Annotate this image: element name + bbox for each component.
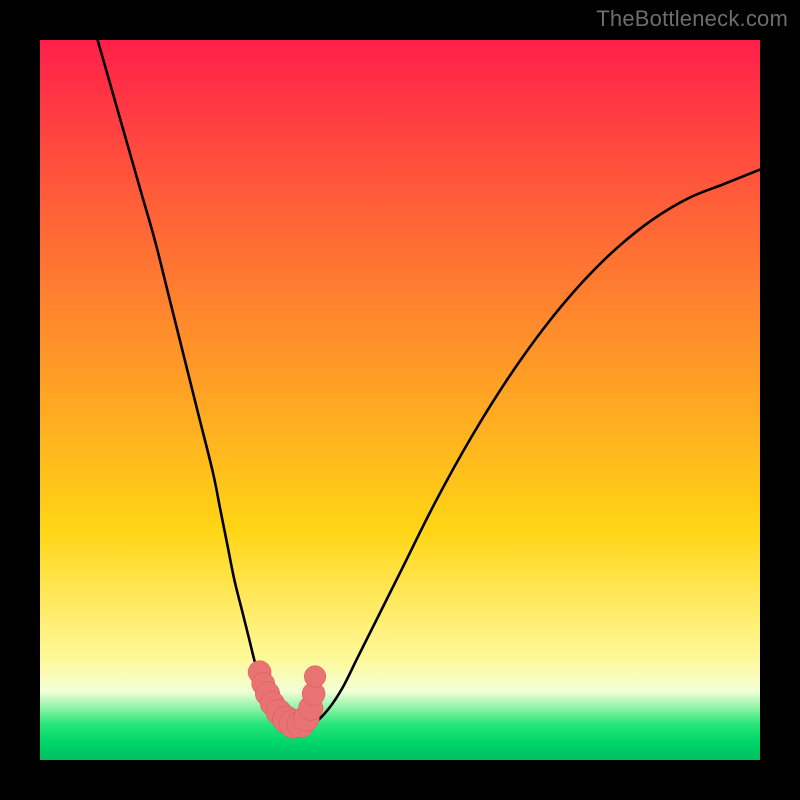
- plot-area: [40, 40, 760, 760]
- chart-stage: TheBottleneck.com: [0, 0, 800, 800]
- watermark-text: TheBottleneck.com: [596, 6, 788, 32]
- bead-point: [304, 666, 326, 688]
- bottleneck-curve: [98, 40, 760, 732]
- curve-layer: [40, 40, 760, 760]
- bead-cluster: [248, 661, 326, 739]
